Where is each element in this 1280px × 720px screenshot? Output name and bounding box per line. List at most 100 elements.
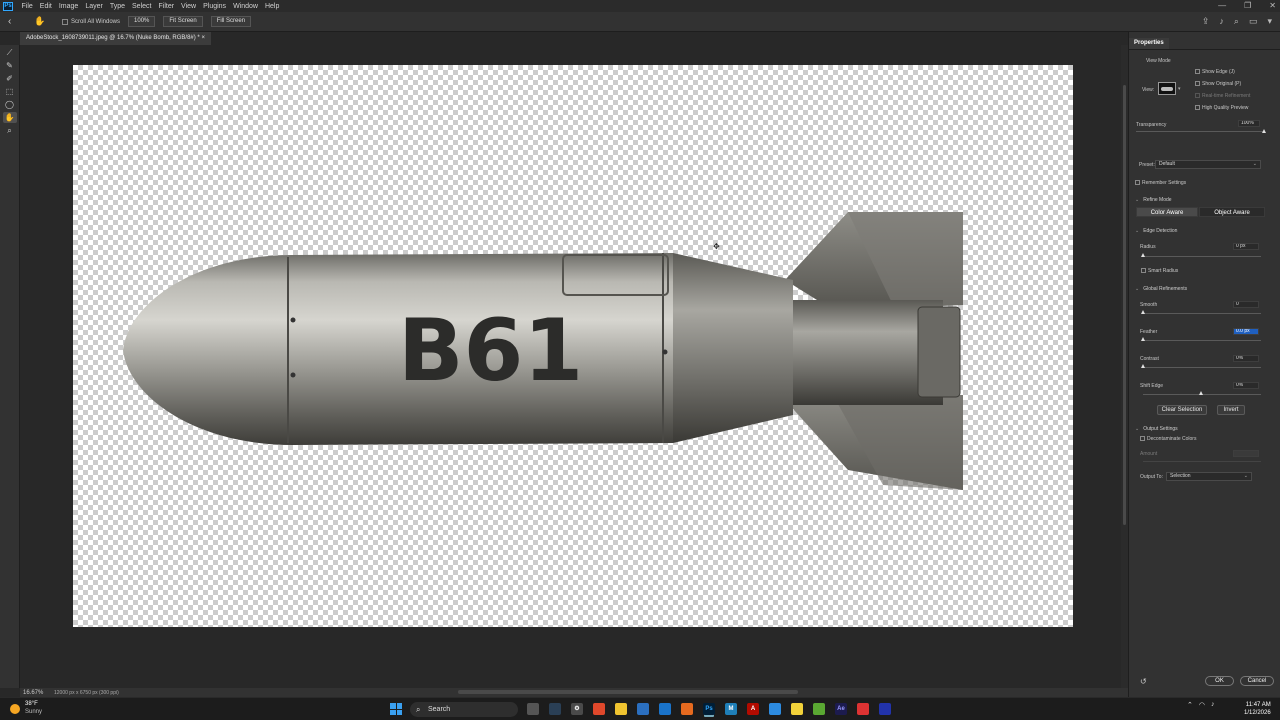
scroll-all-windows-option[interactable]: Scroll All Windows [62,18,120,25]
edge-detection-section[interactable]: ⌄ Edge Detection [1135,228,1177,234]
radius-slider-track[interactable] [1143,256,1261,257]
hand-tool-button-icon[interactable]: ✋ [2,112,17,123]
cancel-button[interactable]: Cancel [1240,676,1274,686]
color-aware-button[interactable]: Color Aware [1136,207,1198,217]
properties-tab[interactable]: Properties [1129,38,1169,49]
realtime-refinement-checkbox[interactable] [1195,93,1200,98]
firefox-icon[interactable] [681,703,693,715]
shift-edge-field[interactable]: 0% [1233,382,1259,389]
settings-gear-icon[interactable]: ⚙ [571,703,583,715]
invert-button[interactable]: Invert [1217,405,1245,415]
contrast-slider-track[interactable] [1143,367,1261,368]
close-icon[interactable]: ✕ [1269,0,1276,12]
view-dropdown-chevron-icon[interactable]: ▾ [1178,86,1181,92]
volume-icon[interactable]: ♪ [1211,701,1215,709]
restore-icon[interactable]: ❐ [1244,0,1251,12]
output-settings-section[interactable]: ⌄ Output Settings [1135,426,1178,432]
mail-icon[interactable] [659,703,671,715]
document-canvas[interactable]: B61 ✥ [73,65,1073,627]
calculator-icon[interactable] [637,703,649,715]
ok-button[interactable]: OK [1205,676,1234,686]
arrange-icon[interactable]: ▾ [1267,16,1272,27]
fill-screen-button[interactable]: Fill Screen [210,16,252,27]
workspace-icon[interactable]: ▭ [1249,16,1258,27]
global-refinements-section[interactable]: ⌄ Global Refinements [1135,286,1187,292]
object-selection-tool-icon[interactable]: ⬚ [3,86,17,97]
task-view-icon[interactable] [527,703,539,715]
smooth-field[interactable]: 0 [1233,301,1259,308]
canvas-area[interactable]: B61 ✥ [20,45,1121,688]
menu-help[interactable]: Help [261,3,282,10]
wifi-icon[interactable]: ◠ [1199,701,1205,709]
radius-field[interactable]: 0 px [1233,243,1259,250]
show-original-checkbox[interactable] [1195,81,1200,86]
quick-selection-tool-icon[interactable]: ⟋ [3,47,17,58]
weather-temperature[interactable]: 38°F [25,701,38,707]
vertical-scrollbar[interactable] [1121,45,1128,688]
menu-window[interactable]: Window [230,3,262,10]
close-tab-icon[interactable]: × [201,35,205,41]
menu-type[interactable]: Type [106,3,128,10]
reset-icon[interactable]: ↺ [1140,677,1147,686]
chevron-up-icon[interactable]: ⌃ [1187,701,1193,709]
transparency-field[interactable]: 100% [1238,120,1260,127]
decontaminate-colors-checkbox[interactable] [1140,436,1145,441]
acrobat-icon[interactable]: A [747,703,759,715]
notification-bell-icon[interactable]: ♪ [1219,16,1224,27]
menu-filter[interactable]: Filter [155,3,178,10]
menu-file[interactable]: File [18,3,36,10]
android-icon[interactable] [813,703,825,715]
contrast-field[interactable]: 0% [1233,355,1259,362]
edge-browser-icon[interactable] [769,703,781,715]
menu-view[interactable]: View [178,3,200,10]
radius-slider-knob[interactable] [1141,253,1145,257]
zoom-level[interactable]: 16.67% [20,690,48,696]
app-icon[interactable] [879,703,891,715]
zoom-tool-icon[interactable]: ⌕ [3,125,17,136]
menu-image[interactable]: Image [55,3,81,10]
smart-radius-checkbox[interactable] [1141,268,1146,273]
fit-screen-button[interactable]: Fit Screen [163,16,203,27]
minimize-icon[interactable]: — [1218,0,1226,12]
lasso-tool-icon[interactable]: ◯ [3,99,17,110]
feather-slider-knob[interactable] [1141,337,1145,341]
back-arrow-icon[interactable]: ‹ [8,16,22,27]
file-explorer-icon[interactable] [615,703,627,715]
snipping-tool-icon[interactable] [549,703,561,715]
contrast-slider-knob[interactable] [1141,364,1145,368]
after-effects-icon[interactable]: Ae [835,703,847,715]
menu-layer[interactable]: Layer [82,3,107,10]
weather-condition[interactable]: Sunny [25,709,42,715]
vertical-scroll-thumb[interactable] [1123,85,1126,525]
high-quality-preview-checkbox[interactable] [1195,105,1200,110]
clear-selection-button[interactable]: Clear Selection [1157,405,1207,415]
document-tab[interactable]: AdobeStock_1608739011.jpeg @ 16.7% (Nuke… [20,32,211,45]
remember-settings-checkbox[interactable] [1135,180,1140,185]
show-edge-checkbox[interactable] [1195,69,1200,74]
taskbar-search[interactable]: ⌕ Search [410,702,518,717]
shift-edge-slider-knob[interactable] [1199,391,1203,395]
smooth-slider-track[interactable] [1143,313,1261,314]
chrome-icon[interactable] [857,703,869,715]
horizontal-scroll-thumb[interactable] [458,690,798,694]
menu-edit[interactable]: Edit [36,3,55,10]
search-icon[interactable]: ⌕ [1234,16,1239,27]
share-icon[interactable]: ⇪ [1202,16,1210,27]
view-mode-thumbnail[interactable] [1158,82,1176,95]
preset-dropdown[interactable]: Default ⌄ [1155,160,1261,169]
brush-tool-icon[interactable]: ✐ [3,73,17,84]
photoshop-taskbar-icon[interactable]: Ps [703,703,715,715]
windows-start-icon[interactable] [390,703,402,715]
object-aware-button[interactable]: Object Aware [1199,207,1265,217]
feather-field[interactable]: 0.0 px [1233,328,1259,335]
feather-slider-track[interactable] [1143,340,1261,341]
refine-mode-section[interactable]: ⌄ Refine Mode [1135,197,1172,203]
refine-edge-brush-icon[interactable]: ✎ [3,60,17,71]
brave-browser-icon[interactable] [593,703,605,715]
output-to-dropdown[interactable]: Selection ⌄ [1166,472,1252,481]
transparency-slider-knob[interactable] [1261,129,1266,133]
sun-icon[interactable] [10,704,20,714]
transparency-slider-track[interactable] [1136,131,1264,132]
clock[interactable]: 11:47 AM 1/12/2026 [1244,701,1271,717]
m-app-icon[interactable]: M [725,703,737,715]
